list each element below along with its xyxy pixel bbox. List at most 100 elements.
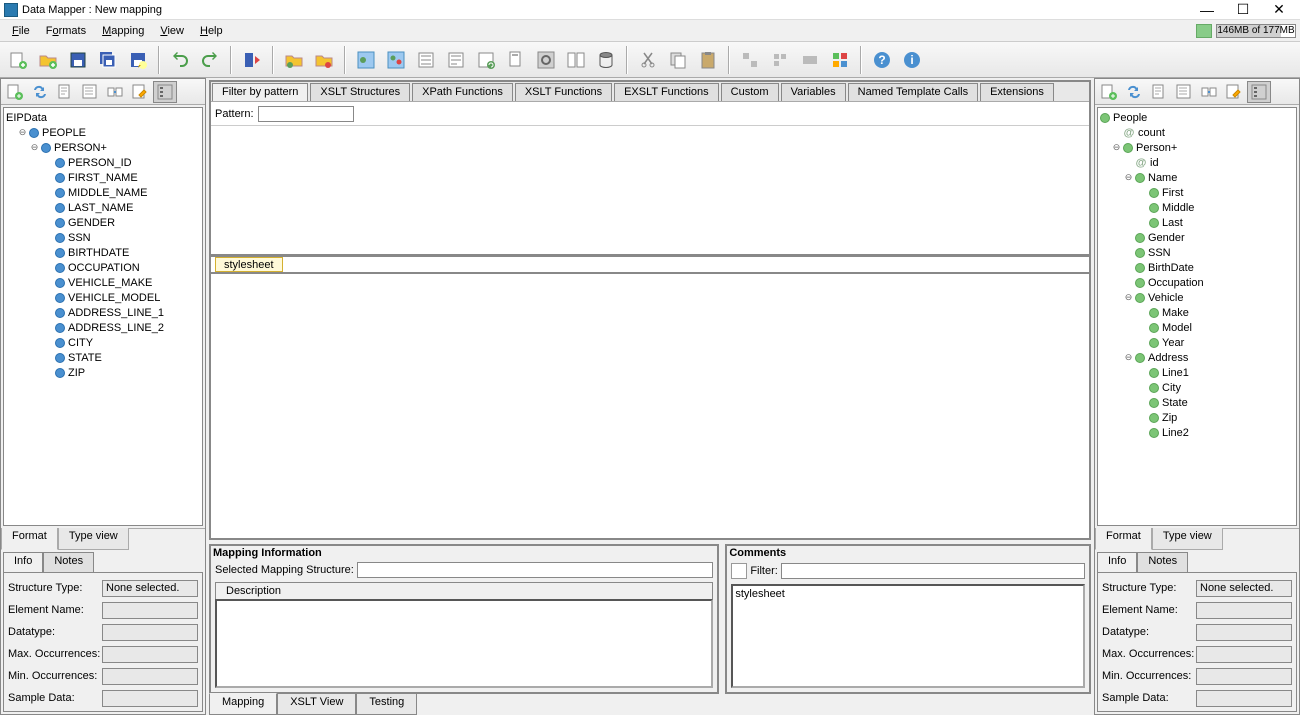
tree-field[interactable]: ADDRESS_LINE_1 — [6, 305, 200, 320]
tree-person[interactable]: PERSON+ — [6, 140, 200, 155]
right-tb-list-icon[interactable] — [1172, 81, 1196, 103]
toolbar-about-icon[interactable]: i — [898, 46, 926, 74]
toolbar-save-icon[interactable] — [64, 46, 92, 74]
tree-field[interactable]: ADDRESS_LINE_2 — [6, 320, 200, 335]
left-tb-tree-icon[interactable] — [153, 81, 177, 103]
left-tb-edit-icon[interactable] — [128, 81, 152, 103]
toolbar-align4-icon[interactable] — [826, 46, 854, 74]
tree-field[interactable]: SSN — [6, 230, 200, 245]
comments-body[interactable]: stylesheet — [731, 584, 1085, 688]
right-tb-tree-icon[interactable] — [1247, 81, 1271, 103]
right-tb-doc-icon[interactable] — [1147, 81, 1171, 103]
tree-node[interactable]: State — [1100, 395, 1294, 410]
tree-field[interactable]: CITY — [6, 335, 200, 350]
tree-field[interactable]: GENDER — [6, 215, 200, 230]
tree-node[interactable]: Year — [1100, 335, 1294, 350]
left-tab-typeview[interactable]: Type view — [58, 528, 129, 550]
footer-tab[interactable]: Mapping — [209, 693, 277, 715]
tree-node[interactable]: Make — [1100, 305, 1294, 320]
toolbar-help-icon[interactable]: ? — [868, 46, 896, 74]
center-tab[interactable]: XPath Functions — [412, 83, 513, 101]
tree-node[interactable]: People — [1100, 110, 1294, 125]
left-tb-new-icon[interactable] — [3, 81, 27, 103]
left-tree[interactable]: EIPData PEOPLE PERSON+ PERSON_IDFIRST_NA… — [3, 107, 203, 526]
toolbar-view1-icon[interactable] — [352, 46, 380, 74]
tree-node[interactable]: @id — [1100, 155, 1294, 170]
tree-field[interactable]: OCCUPATION — [6, 260, 200, 275]
toolbar-saveas-icon[interactable] — [124, 46, 152, 74]
comments-filter-input[interactable] — [781, 563, 1085, 579]
toolbar-import-input-icon[interactable] — [280, 46, 308, 74]
toolbar-saveall-icon[interactable] — [94, 46, 122, 74]
toolbar-refresh-icon[interactable] — [472, 46, 500, 74]
tree-people[interactable]: PEOPLE — [6, 125, 200, 140]
toolbar-run-icon[interactable] — [238, 46, 266, 74]
tree-field[interactable]: LAST_NAME — [6, 200, 200, 215]
toolbar-cut-icon[interactable] — [634, 46, 662, 74]
tree-node[interactable]: Model — [1100, 320, 1294, 335]
tree-node[interactable]: Gender — [1100, 230, 1294, 245]
right-tab-typeview[interactable]: Type view — [1152, 528, 1223, 550]
toolbar-list1-icon[interactable] — [412, 46, 440, 74]
toolbar-split-icon[interactable] — [562, 46, 590, 74]
toolbar-settings-icon[interactable] — [532, 46, 560, 74]
maximize-button[interactable]: ☐ — [1234, 3, 1252, 17]
tree-node[interactable]: SSN — [1100, 245, 1294, 260]
tree-node[interactable]: City — [1100, 380, 1294, 395]
tree-node[interactable]: Zip — [1100, 410, 1294, 425]
stylesheet-tab[interactable]: stylesheet — [215, 257, 283, 272]
tree-node[interactable]: BirthDate — [1100, 260, 1294, 275]
right-tb-new-icon[interactable] — [1097, 81, 1121, 103]
right-tb-sync-icon[interactable] — [1122, 81, 1146, 103]
toolbar-copy-icon[interactable] — [664, 46, 692, 74]
toolbar-db-icon[interactable] — [592, 46, 620, 74]
description-tab[interactable]: Description — [215, 582, 713, 600]
tree-node[interactable]: Line1 — [1100, 365, 1294, 380]
tree-field[interactable]: VEHICLE_MAKE — [6, 275, 200, 290]
tree-node[interactable]: Vehicle — [1100, 290, 1294, 305]
center-tab[interactable]: EXSLT Functions — [614, 83, 719, 101]
tree-node[interactable]: Middle — [1100, 200, 1294, 215]
center-tab[interactable]: Named Template Calls — [848, 83, 978, 101]
tree-node[interactable]: Last — [1100, 215, 1294, 230]
toolbar-align1-icon[interactable] — [736, 46, 764, 74]
tree-root[interactable]: EIPData — [6, 110, 200, 125]
center-tab[interactable]: Variables — [781, 83, 846, 101]
toolbar-align3-icon[interactable] — [796, 46, 824, 74]
left-info-tab-info[interactable]: Info — [3, 552, 43, 572]
menu-view[interactable]: View — [152, 23, 192, 39]
tree-field[interactable]: FIRST_NAME — [6, 170, 200, 185]
tree-field[interactable]: ZIP — [6, 365, 200, 380]
tree-node[interactable]: First — [1100, 185, 1294, 200]
center-tab[interactable]: XSLT Structures — [310, 83, 410, 101]
tree-node[interactable]: Address — [1100, 350, 1294, 365]
footer-tab[interactable]: Testing — [356, 693, 417, 715]
pattern-input[interactable] — [258, 106, 354, 122]
toolbar-list2-icon[interactable] — [442, 46, 470, 74]
center-tab[interactable]: Custom — [721, 83, 779, 101]
menu-formats[interactable]: Formats — [38, 23, 94, 39]
toolbar-open-icon[interactable] — [34, 46, 62, 74]
right-tree[interactable]: People@countPerson+@idNameFirstMiddleLas… — [1097, 107, 1297, 526]
description-textarea[interactable] — [215, 599, 713, 688]
close-button[interactable]: ✕ — [1270, 3, 1288, 17]
toolbar-align2-icon[interactable] — [766, 46, 794, 74]
tree-field[interactable]: MIDDLE_NAME — [6, 185, 200, 200]
toolbar-doc-icon[interactable] — [502, 46, 530, 74]
tree-field[interactable]: VEHICLE_MODEL — [6, 290, 200, 305]
left-tb-link-icon[interactable] — [103, 81, 127, 103]
toolbar-paste-icon[interactable] — [694, 46, 722, 74]
center-tab[interactable]: Extensions — [980, 83, 1054, 101]
toolbar-new-icon[interactable] — [4, 46, 32, 74]
toolbar-import-output-icon[interactable] — [310, 46, 338, 74]
right-tb-link-icon[interactable] — [1197, 81, 1221, 103]
tree-field[interactable]: PERSON_ID — [6, 155, 200, 170]
tree-node[interactable]: Person+ — [1100, 140, 1294, 155]
tree-field[interactable]: BIRTHDATE — [6, 245, 200, 260]
tree-node[interactable]: @count — [1100, 125, 1294, 140]
left-tb-list-icon[interactable] — [78, 81, 102, 103]
tree-field[interactable]: STATE — [6, 350, 200, 365]
right-info-tab-notes[interactable]: Notes — [1137, 552, 1188, 572]
left-tab-format[interactable]: Format — [1, 528, 58, 550]
mapping-canvas[interactable] — [209, 274, 1091, 540]
